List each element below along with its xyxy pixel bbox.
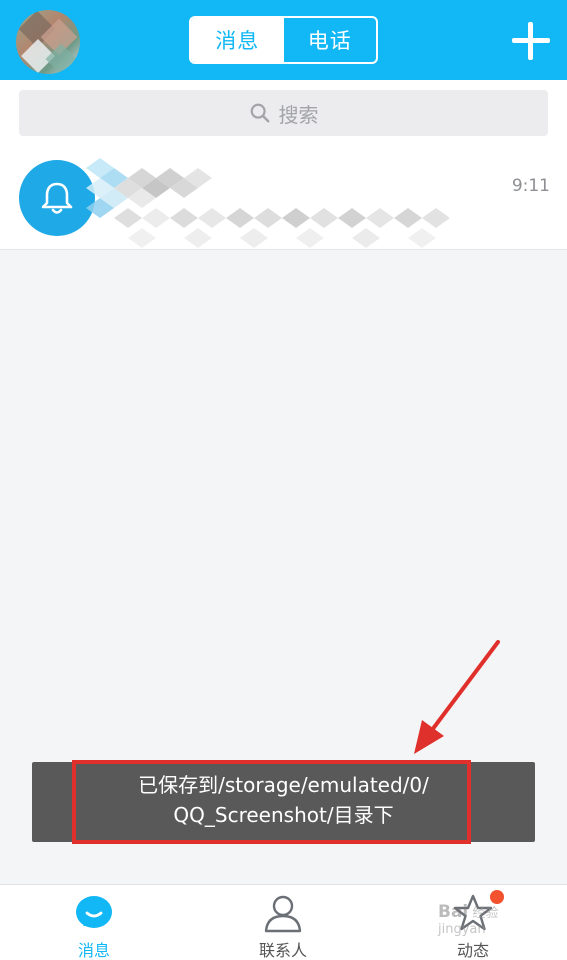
- search-icon: [250, 103, 269, 123]
- annotation-arrow: [414, 640, 500, 754]
- tab-calls[interactable]: 电话: [284, 18, 377, 62]
- tab-messages[interactable]: 消息: [191, 18, 284, 62]
- conversation-time: 9:11: [511, 176, 550, 196]
- user-avatar[interactable]: [16, 10, 80, 74]
- nav-messages-label: 消息: [77, 941, 110, 960]
- message-bubble-icon: [76, 896, 112, 928]
- conversation-avatar: [19, 160, 95, 236]
- watermark-line-1: 经验: [472, 906, 499, 921]
- top-bar: 消息 电话: [0, 0, 567, 80]
- bell-icon: [41, 182, 73, 214]
- watermark-line-2: jingyan: [438, 922, 486, 937]
- obscured-conversation-text: [86, 158, 466, 254]
- toast-highlight-box: [72, 760, 471, 844]
- contact-person-icon: [264, 895, 302, 933]
- nav-contacts-label: 联系人: [258, 941, 307, 960]
- message-call-segmented-control: 消息 电话: [189, 16, 378, 64]
- notification-badge: [490, 890, 504, 904]
- search-placeholder: 搜索: [278, 102, 319, 127]
- nav-messages[interactable]: 消息: [34, 885, 154, 960]
- search-input[interactable]: 搜索: [19, 90, 548, 136]
- watermark-brand: Bai: [438, 902, 469, 922]
- watermark: Bai 经验 jingyan: [438, 904, 548, 944]
- conversation-item[interactable]: 9:11: [0, 146, 567, 250]
- search-area: 搜索: [0, 80, 567, 146]
- nav-contacts[interactable]: 联系人: [223, 885, 343, 960]
- plus-icon[interactable]: [512, 22, 550, 60]
